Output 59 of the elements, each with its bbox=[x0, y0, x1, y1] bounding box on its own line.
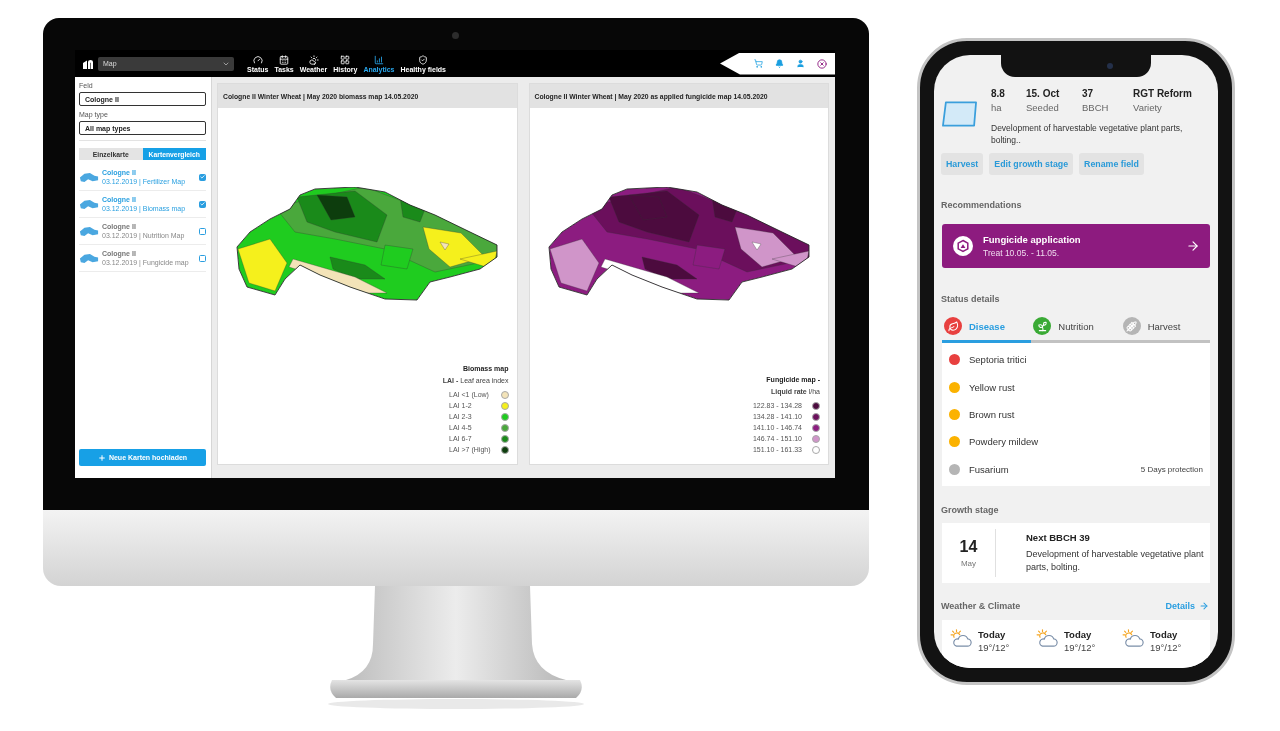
disease-name: Fusarium bbox=[969, 463, 1009, 475]
camera-icon bbox=[1107, 63, 1113, 69]
cloud-sun-icon bbox=[1036, 628, 1058, 647]
stat-value: 37 bbox=[1082, 88, 1094, 100]
stat-label: BBCH bbox=[1082, 102, 1109, 113]
field-shape-icon bbox=[79, 198, 99, 210]
stat-label: ha bbox=[991, 102, 1002, 113]
bell-icon[interactable] bbox=[775, 59, 784, 68]
weather-temps: 19°/12° bbox=[978, 641, 1010, 653]
stat-value: RGT Reform bbox=[1133, 88, 1192, 100]
app-logo bbox=[83, 58, 93, 69]
stat-value: 8.8 bbox=[991, 88, 1005, 100]
disease-name: Septoria tritici bbox=[969, 354, 1027, 366]
growth-stage-text: Development of harvestable vegetative plant parts, bolting. bbox=[1026, 547, 1205, 574]
disease-name: Brown rust bbox=[969, 408, 1015, 420]
cart-icon[interactable] bbox=[754, 59, 763, 68]
gauge-icon bbox=[252, 54, 263, 65]
weather-day: Today bbox=[1064, 628, 1092, 640]
plus-icon bbox=[97, 453, 106, 462]
date-day: 14 bbox=[959, 537, 978, 556]
recommendation-title: Fungicide application bbox=[983, 234, 1081, 245]
section-heading: Status details bbox=[940, 294, 1000, 305]
weather-temps: 19°/12° bbox=[1150, 641, 1182, 653]
grid-icon bbox=[340, 54, 351, 65]
section-heading: Growth stage bbox=[940, 504, 999, 516]
checkbox[interactable] bbox=[199, 227, 206, 235]
close-icon[interactable] bbox=[817, 58, 827, 69]
stat-label: Seeded bbox=[1026, 102, 1059, 113]
calendar-icon bbox=[279, 54, 290, 65]
protection-note: 5 Days protection bbox=[1140, 464, 1203, 474]
field-shape-icon bbox=[79, 171, 99, 183]
section-heading: Weather & Climate bbox=[940, 600, 1021, 612]
recommendation-dates: Treat 10.05. - 11.05. bbox=[983, 248, 1060, 258]
section-heading: Recommendations bbox=[940, 200, 1022, 211]
field-shape-icon bbox=[79, 252, 99, 264]
disease-name: Powdery mildew bbox=[969, 436, 1039, 448]
bar-chart-icon bbox=[373, 54, 384, 65]
growth-stage-title: Next BBCH 39 bbox=[1026, 531, 1090, 543]
field-shape-icon bbox=[941, 100, 978, 128]
cloud-sun-icon bbox=[1122, 628, 1144, 647]
stat-value: 15. Oct bbox=[1026, 88, 1060, 100]
date-month: May bbox=[960, 558, 977, 568]
weather-day: Today bbox=[1150, 628, 1178, 640]
field-shape-icon bbox=[79, 225, 99, 237]
checkbox[interactable] bbox=[199, 200, 206, 208]
cloud-sun-icon bbox=[308, 54, 319, 65]
arrow-right-icon bbox=[1199, 601, 1209, 612]
camera-icon bbox=[452, 32, 459, 39]
user-icon[interactable] bbox=[796, 59, 805, 68]
stat-label: Variety bbox=[1133, 102, 1162, 113]
field-description: Development of harvestable vegetative plant parts, bolting.. bbox=[991, 122, 1184, 146]
cloud-sun-icon bbox=[950, 628, 972, 647]
weather-day: Today bbox=[978, 628, 1006, 640]
disease-name: Yellow rust bbox=[969, 381, 1015, 393]
checkbox[interactable] bbox=[199, 173, 206, 181]
weather-temps: 19°/12° bbox=[1064, 641, 1096, 653]
checkbox[interactable] bbox=[199, 254, 206, 262]
recommendation-card[interactable]: Fungicide application Treat 10.05. - 11.05. bbox=[942, 224, 1210, 268]
shield-icon bbox=[418, 54, 429, 65]
